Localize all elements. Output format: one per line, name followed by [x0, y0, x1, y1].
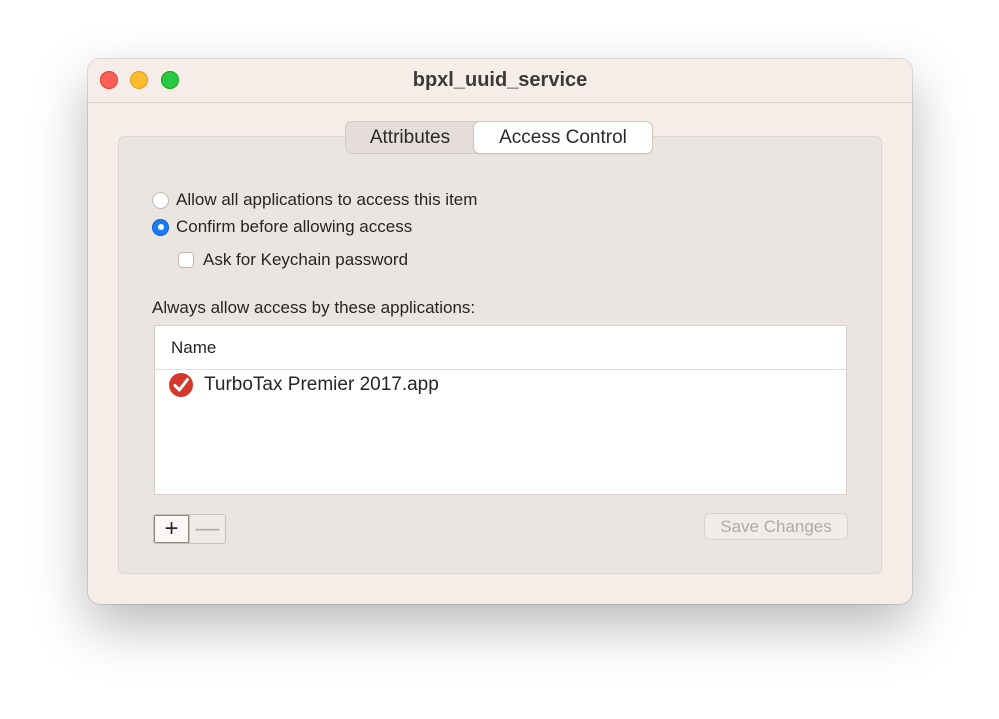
- add-remove-buttons: + —: [153, 514, 226, 544]
- keychain-item-window: bpxl_uuid_service Attributes Access Cont…: [88, 59, 912, 604]
- tab-attributes[interactable]: Attributes: [346, 122, 474, 153]
- save-changes-button[interactable]: Save Changes: [704, 513, 848, 540]
- remove-app-button[interactable]: —: [190, 515, 225, 543]
- confirm-label: Confirm before allowing access: [176, 217, 413, 236]
- confirm-option[interactable]: Confirm before allowing access: [152, 217, 412, 237]
- app-name: TurboTax Premier 2017.app: [204, 374, 439, 395]
- add-app-button[interactable]: +: [154, 515, 190, 543]
- app-list[interactable]: Name TurboTax Premier 2017.app: [154, 325, 847, 495]
- ask-keychain-checkbox[interactable]: [178, 252, 194, 268]
- allow-all-radio[interactable]: [152, 191, 169, 209]
- allow-all-option[interactable]: Allow all applications to access this it…: [152, 190, 477, 210]
- allow-all-label: Allow all applications to access this it…: [176, 190, 478, 209]
- tab-access-control[interactable]: Access Control: [474, 122, 652, 153]
- window-title: bpxl_uuid_service: [412, 69, 588, 91]
- list-header-name[interactable]: Name: [155, 326, 846, 370]
- ask-keychain-option[interactable]: Ask for Keychain password: [178, 250, 408, 270]
- confirm-radio[interactable]: [152, 218, 169, 236]
- title-bar[interactable]: bpxl_uuid_service: [88, 59, 912, 103]
- turbotax-check-icon: [169, 373, 193, 397]
- list-item[interactable]: TurboTax Premier 2017.app: [155, 370, 846, 400]
- app-list-label: Always allow access by these application…: [152, 298, 476, 317]
- tab-bar: Attributes Access Control: [345, 121, 653, 154]
- ask-keychain-label: Ask for Keychain password: [203, 250, 409, 269]
